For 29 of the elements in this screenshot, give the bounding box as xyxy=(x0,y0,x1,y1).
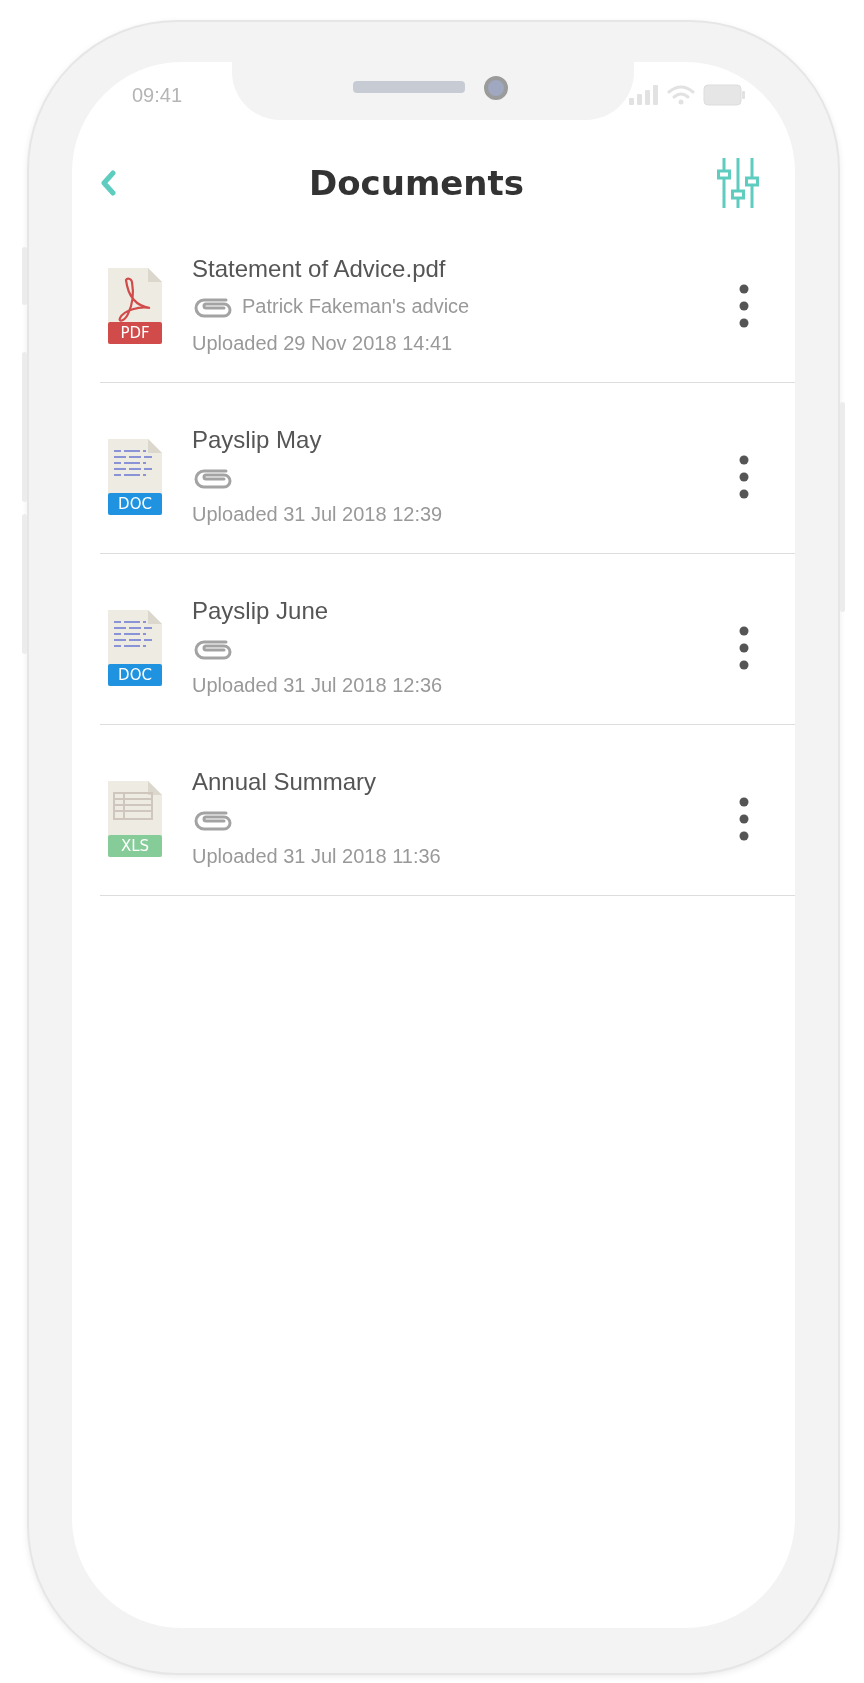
file-icon xyxy=(106,437,164,517)
file-type-label: DOC xyxy=(117,665,153,685)
kebab-icon xyxy=(739,797,749,841)
camera-lens xyxy=(484,76,508,100)
upload-date: Uploaded 31 Jul 2018 12:36 xyxy=(192,673,444,698)
sliders-icon xyxy=(717,158,759,208)
kebab-icon xyxy=(739,455,749,499)
file-type-label: DOC xyxy=(117,494,153,514)
wifi-icon xyxy=(667,85,695,105)
document-name: Statement of Advice.pdf xyxy=(192,254,447,284)
file-icon xyxy=(106,608,164,688)
upload-date: Uploaded 31 Jul 2018 11:36 xyxy=(192,844,442,869)
document-name: Annual Summary xyxy=(192,767,378,797)
battery-icon xyxy=(703,84,745,106)
file-icon xyxy=(106,266,164,346)
file-icon xyxy=(106,779,164,859)
kebab-icon xyxy=(739,284,749,328)
file-type-label: PDF xyxy=(119,323,151,343)
upload-date: Uploaded 31 Jul 2018 12:39 xyxy=(192,502,444,527)
page-title: Documents xyxy=(308,162,525,204)
attachment-note: Patrick Fakeman's advice xyxy=(242,294,470,319)
upload-date: Uploaded 29 Nov 2018 14:41 xyxy=(192,331,454,356)
kebab-icon xyxy=(739,626,749,670)
document-name: Payslip June xyxy=(192,596,330,626)
document-name: Payslip May xyxy=(192,425,323,455)
back-chevron-icon xyxy=(100,170,116,196)
file-type-label: XLS xyxy=(119,836,151,856)
status-time: 09:41 xyxy=(132,83,183,108)
signal-icon xyxy=(629,85,659,105)
